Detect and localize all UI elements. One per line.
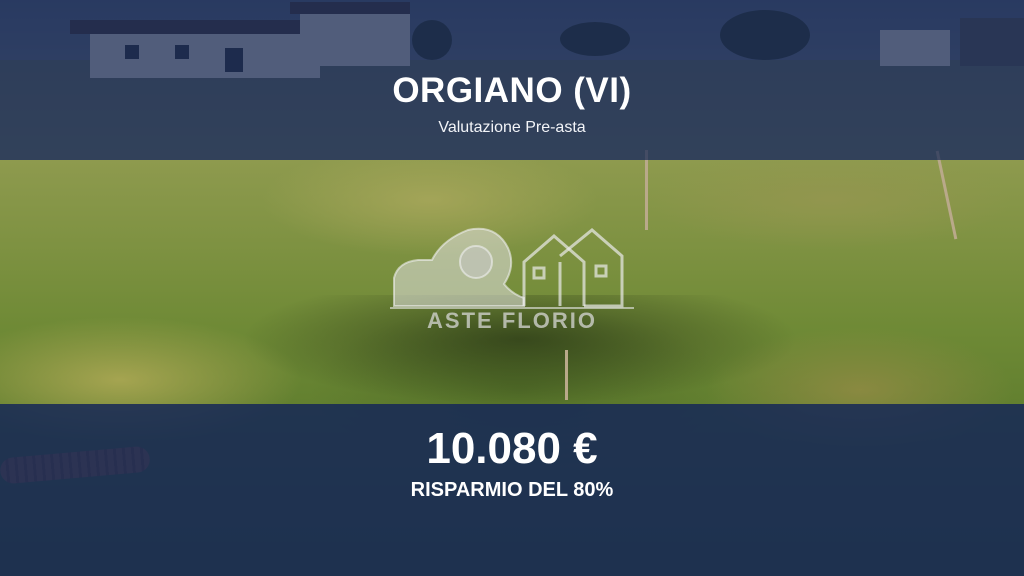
price-value: 10.080 € <box>426 424 598 473</box>
watermark-logo: ASTE FLORIO <box>384 222 640 342</box>
stake <box>565 350 568 400</box>
savings-label: RISPARMIO DEL 80% <box>410 479 614 501</box>
stake <box>645 150 648 230</box>
lion-houses-icon <box>390 227 634 309</box>
valuation-subtitle: Valutazione Pre-asta <box>438 119 586 136</box>
watermark-brand: ASTE FLORIO <box>427 308 597 333</box>
location-title: ORGIANO (VI) <box>392 71 632 110</box>
